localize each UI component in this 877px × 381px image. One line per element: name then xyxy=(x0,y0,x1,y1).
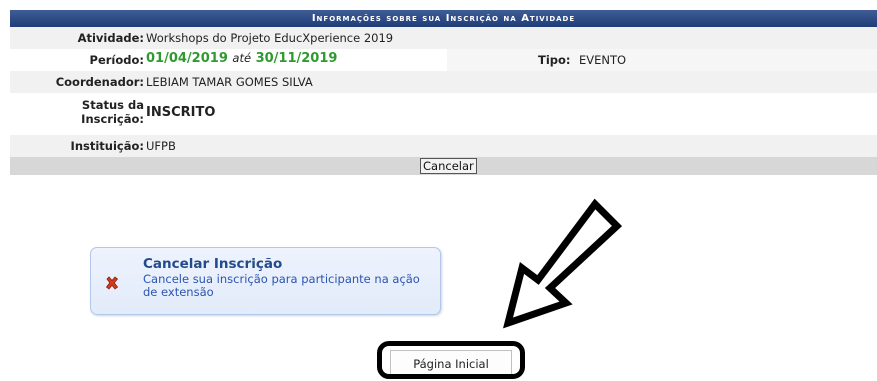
periodo-label: Período: xyxy=(89,53,144,67)
row-status: Status da Inscrição: INSCRITO xyxy=(10,93,877,135)
atividade-value: Workshops do Projeto EducXperience 2019 xyxy=(146,31,394,45)
row-coordenador: Coordenador: LEBIAM TAMAR GOMES SILVA xyxy=(10,71,877,93)
periodo-end: 30/11/2019 xyxy=(255,51,338,66)
row-atividade: Atividade: Workshops do Projeto EducXper… xyxy=(10,27,877,49)
row-periodo: Período: 01/04/2019 até 30/11/2019 Tipo:… xyxy=(10,49,877,71)
status-label: Status da Inscrição: xyxy=(81,98,144,126)
inscription-info-panel: Informações sobre sua Inscrição na Ativi… xyxy=(10,10,877,175)
tipo-label: Tipo: xyxy=(538,53,571,67)
periodo-separator: até xyxy=(232,51,252,65)
row-instituicao: Instituição: UFPB xyxy=(10,135,877,157)
atividade-label: Atividade: xyxy=(77,31,144,45)
coordenador-value: LEBIAM TAMAR GOMES SILVA xyxy=(146,75,313,89)
tipo-value: EVENTO xyxy=(579,53,627,67)
instituicao-value: UFPB xyxy=(146,139,176,153)
cancel-inscription-action[interactable]: Cancelar Inscrição Cancele sua inscrição… xyxy=(90,247,441,315)
home-page-button-label[interactable]: Página Inicial xyxy=(390,350,512,374)
cancel-inscription-title[interactable]: Cancelar Inscrição xyxy=(143,256,282,272)
instituicao-label: Instituição: xyxy=(70,139,144,153)
status-value: INSCRITO xyxy=(146,105,216,120)
arrow-annotation-icon xyxy=(503,198,623,329)
red-x-icon xyxy=(105,276,119,290)
cancel-inscription-description: Cancele sua inscrição para participante … xyxy=(143,272,420,299)
periodo-value: 01/04/2019 até 30/11/2019 xyxy=(146,51,337,66)
status-label-line1: Status da xyxy=(81,98,144,112)
coordenador-label: Coordenador: xyxy=(55,75,144,89)
periodo-start: 01/04/2019 xyxy=(146,51,228,66)
tipo-cell-background xyxy=(447,49,877,71)
panel-title: Informações sobre sua Inscrição na Ativi… xyxy=(10,10,877,27)
panel-title-text: Informações sobre sua Inscrição na Ativi… xyxy=(311,13,576,24)
cancel-button[interactable]: Cancelar xyxy=(420,158,477,174)
status-label-line2: Inscrição: xyxy=(81,112,144,126)
home-page-button[interactable]: Página Inicial xyxy=(377,341,525,379)
panel-footer: Cancelar xyxy=(10,157,877,175)
